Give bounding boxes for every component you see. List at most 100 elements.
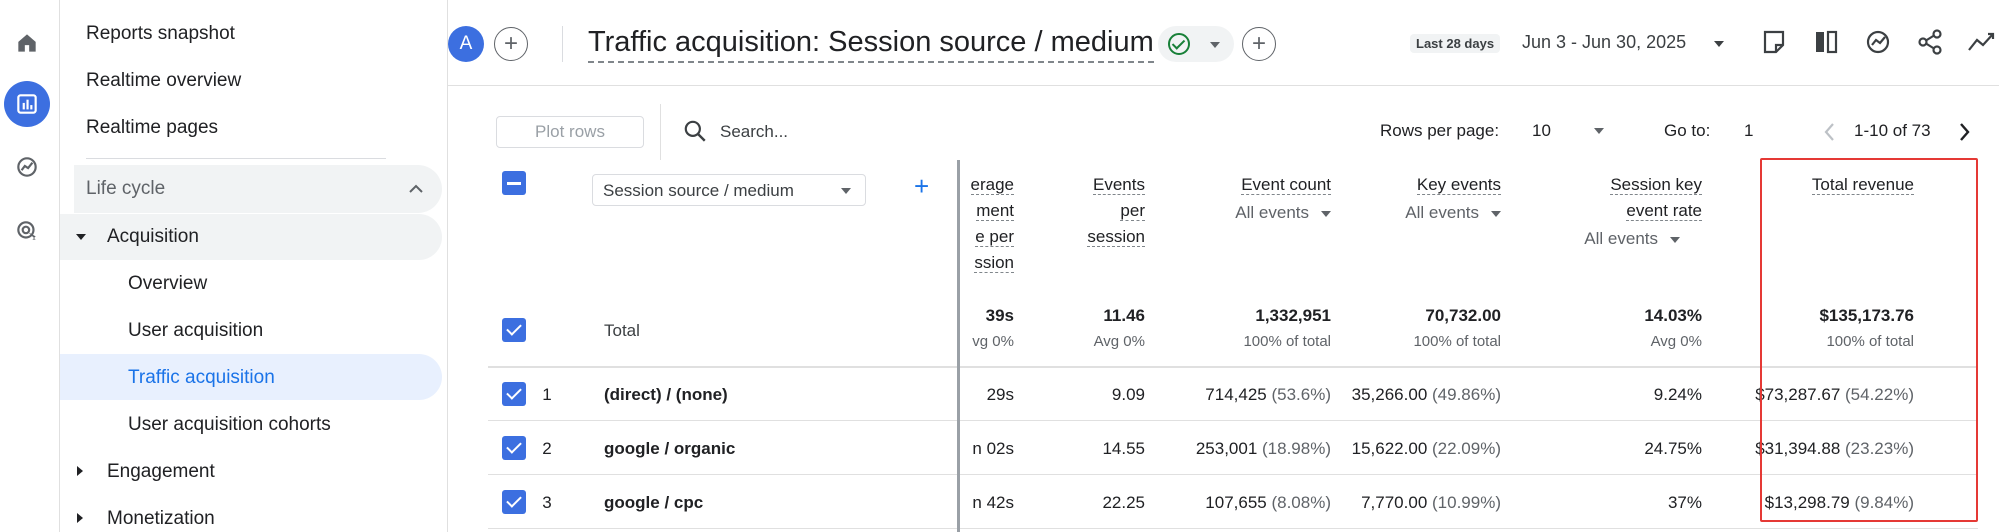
header-divider (562, 26, 563, 62)
caret-right-icon (77, 466, 83, 476)
left-rail (0, 0, 60, 532)
nav-monetization[interactable]: Monetization (107, 508, 215, 530)
total-sub: 100% of total (1826, 333, 1914, 350)
page-info: 1-10 of 73 (1854, 121, 1931, 140)
chevron-left-icon[interactable] (1818, 118, 1842, 146)
nav-acquisition-label: Acquisition (107, 226, 199, 247)
toolbar-divider (660, 104, 661, 160)
row-dimension-value[interactable]: (direct) / (none) (604, 385, 728, 405)
plot-rows-button[interactable]: Plot rows (496, 116, 644, 148)
table-toolbar: Plot rows Rows per page: 10 Go to: 1 1-1… (488, 104, 1999, 160)
chevron-up-icon (409, 184, 423, 193)
report-navigation: Reports snapshot Realtime overview Realt… (60, 0, 448, 532)
dimension-select[interactable]: Session source / medium (592, 174, 866, 206)
row-dimension-value[interactable]: google / cpc (604, 493, 703, 513)
column-header-partial[interactable]: erage ment e per ssion (960, 172, 1014, 276)
total-sub: vg 0% (972, 333, 1014, 350)
chevron-down-icon (841, 188, 851, 194)
add-filter-button[interactable]: + (1242, 27, 1276, 61)
column-header-total-revenue[interactable]: Total revenue (1720, 172, 1914, 198)
search-icon (684, 120, 706, 142)
insights-icon[interactable] (1862, 26, 1894, 58)
search-input[interactable] (720, 118, 1020, 146)
select-all-checkbox[interactable] (502, 171, 526, 195)
trend-icon[interactable] (1966, 26, 1998, 58)
nav-acquisition[interactable]: Acquisition (60, 214, 442, 260)
add-dimension-button[interactable]: + (914, 173, 929, 199)
metric-cell: 9.09 (1111, 385, 1145, 404)
total-cell: 14.03% (1644, 306, 1702, 325)
total-sub: 100% of total (1413, 333, 1501, 350)
metric-cell: 15,622.00 (22.09%) (1351, 439, 1501, 458)
nav-section-life-cycle[interactable]: Life cycle (74, 165, 442, 213)
total-checkbox[interactable] (502, 318, 526, 342)
metric-cell: 714,425 (53.6%) (1205, 385, 1331, 404)
total-sub: Avg 0% (1650, 333, 1702, 350)
rows-per-page-label: Rows per page: (1380, 121, 1500, 140)
nav-divider (86, 158, 386, 159)
page-title: Traffic acquisition: Session source / me… (588, 26, 1154, 63)
nav-reports-snapshot[interactable]: Reports snapshot (86, 23, 235, 45)
total-cell: 1,332,951 (1255, 306, 1331, 325)
metric-cell: 24.75% (1644, 439, 1702, 458)
row-number: 2 (542, 439, 552, 458)
total-cell: 70,732.00 (1425, 306, 1501, 325)
metric-cell: 22.25 (1102, 493, 1145, 512)
total-cell: $135,173.76 (1819, 306, 1914, 325)
nav-overview[interactable]: Overview (128, 273, 207, 295)
metric-cell: $13,298.79 (9.84%) (1764, 493, 1914, 512)
column-header-session-key-event-rate[interactable]: Session key event rate All events (1512, 172, 1702, 252)
metric-cell: n 02s (972, 439, 1014, 458)
compare-icon[interactable] (1810, 26, 1842, 58)
reports-icon[interactable] (4, 81, 50, 127)
share-icon[interactable] (1914, 26, 1946, 58)
column-header-event-count[interactable]: Event count All events (1156, 172, 1331, 226)
data-table: Session source / medium + Total 1 (direc… (488, 160, 1999, 532)
nav-user-acquisition-cohorts[interactable]: User acquisition cohorts (128, 414, 331, 436)
nav-engagement[interactable]: Engagement (107, 461, 215, 483)
row-checkbox[interactable] (502, 490, 526, 514)
report-header: A + Traffic acquisition: Session source … (448, 0, 1999, 86)
metric-cell: n 42s (972, 493, 1014, 512)
metric-cell: 7,770.00 (10.99%) (1361, 493, 1501, 512)
home-icon[interactable] (4, 20, 50, 66)
metric-cell: $31,394.88 (23.23%) (1755, 439, 1914, 458)
nav-user-acquisition[interactable]: User acquisition (128, 320, 263, 342)
dimension-label: Session source / medium (603, 181, 794, 200)
row-checkbox[interactable] (502, 382, 526, 406)
caret-right-icon (77, 513, 83, 523)
goto-input[interactable]: 1 (1744, 121, 1753, 141)
column-header-key-events[interactable]: Key events All events (1342, 172, 1501, 226)
report-status-button[interactable] (1158, 26, 1234, 62)
date-range-picker[interactable]: Jun 3 - Jun 30, 2025 (1522, 32, 1686, 53)
total-sub: 100% of total (1243, 333, 1331, 350)
comparison-avatar[interactable]: A (448, 26, 484, 62)
total-cell: 39s (985, 306, 1014, 325)
row-dimension-value[interactable]: google / organic (604, 439, 735, 459)
row-checkbox[interactable] (502, 436, 526, 460)
chevron-down-icon (1714, 41, 1724, 47)
chevron-down-icon (1594, 128, 1604, 134)
date-range-chip: Last 28 days (1410, 34, 1501, 53)
goto-label: Go to: (1664, 121, 1711, 140)
total-label: Total (604, 321, 640, 340)
add-comparison-button[interactable]: + (494, 27, 528, 61)
metric-cell: $73,287.67 (54.22%) (1755, 385, 1914, 404)
metric-cell: 107,655 (8.08%) (1205, 493, 1331, 512)
frozen-column-divider[interactable] (957, 160, 960, 532)
metric-cell: 14.55 (1102, 439, 1145, 458)
nav-realtime-pages[interactable]: Realtime pages (86, 117, 218, 139)
metrics-scroll-area[interactable]: erage ment e per ssion 39s vg 0% 29s n 0… (960, 160, 1999, 532)
chevron-down-icon (1210, 42, 1220, 48)
total-cell: 11.46 (1103, 306, 1145, 325)
explore-icon[interactable] (4, 144, 50, 190)
column-header-events-per-session[interactable]: Events per session (1030, 172, 1145, 250)
nav-traffic-acquisition[interactable]: Traffic acquisition (128, 367, 275, 389)
chevron-right-icon[interactable] (1952, 118, 1976, 146)
rows-per-page-select[interactable]: 10 (1532, 121, 1551, 141)
annotation-icon[interactable] (1758, 26, 1790, 58)
total-sub: Avg 0% (1093, 333, 1145, 350)
advertising-icon[interactable] (4, 208, 50, 254)
row-number: 3 (542, 493, 552, 512)
nav-realtime-overview[interactable]: Realtime overview (86, 70, 241, 92)
